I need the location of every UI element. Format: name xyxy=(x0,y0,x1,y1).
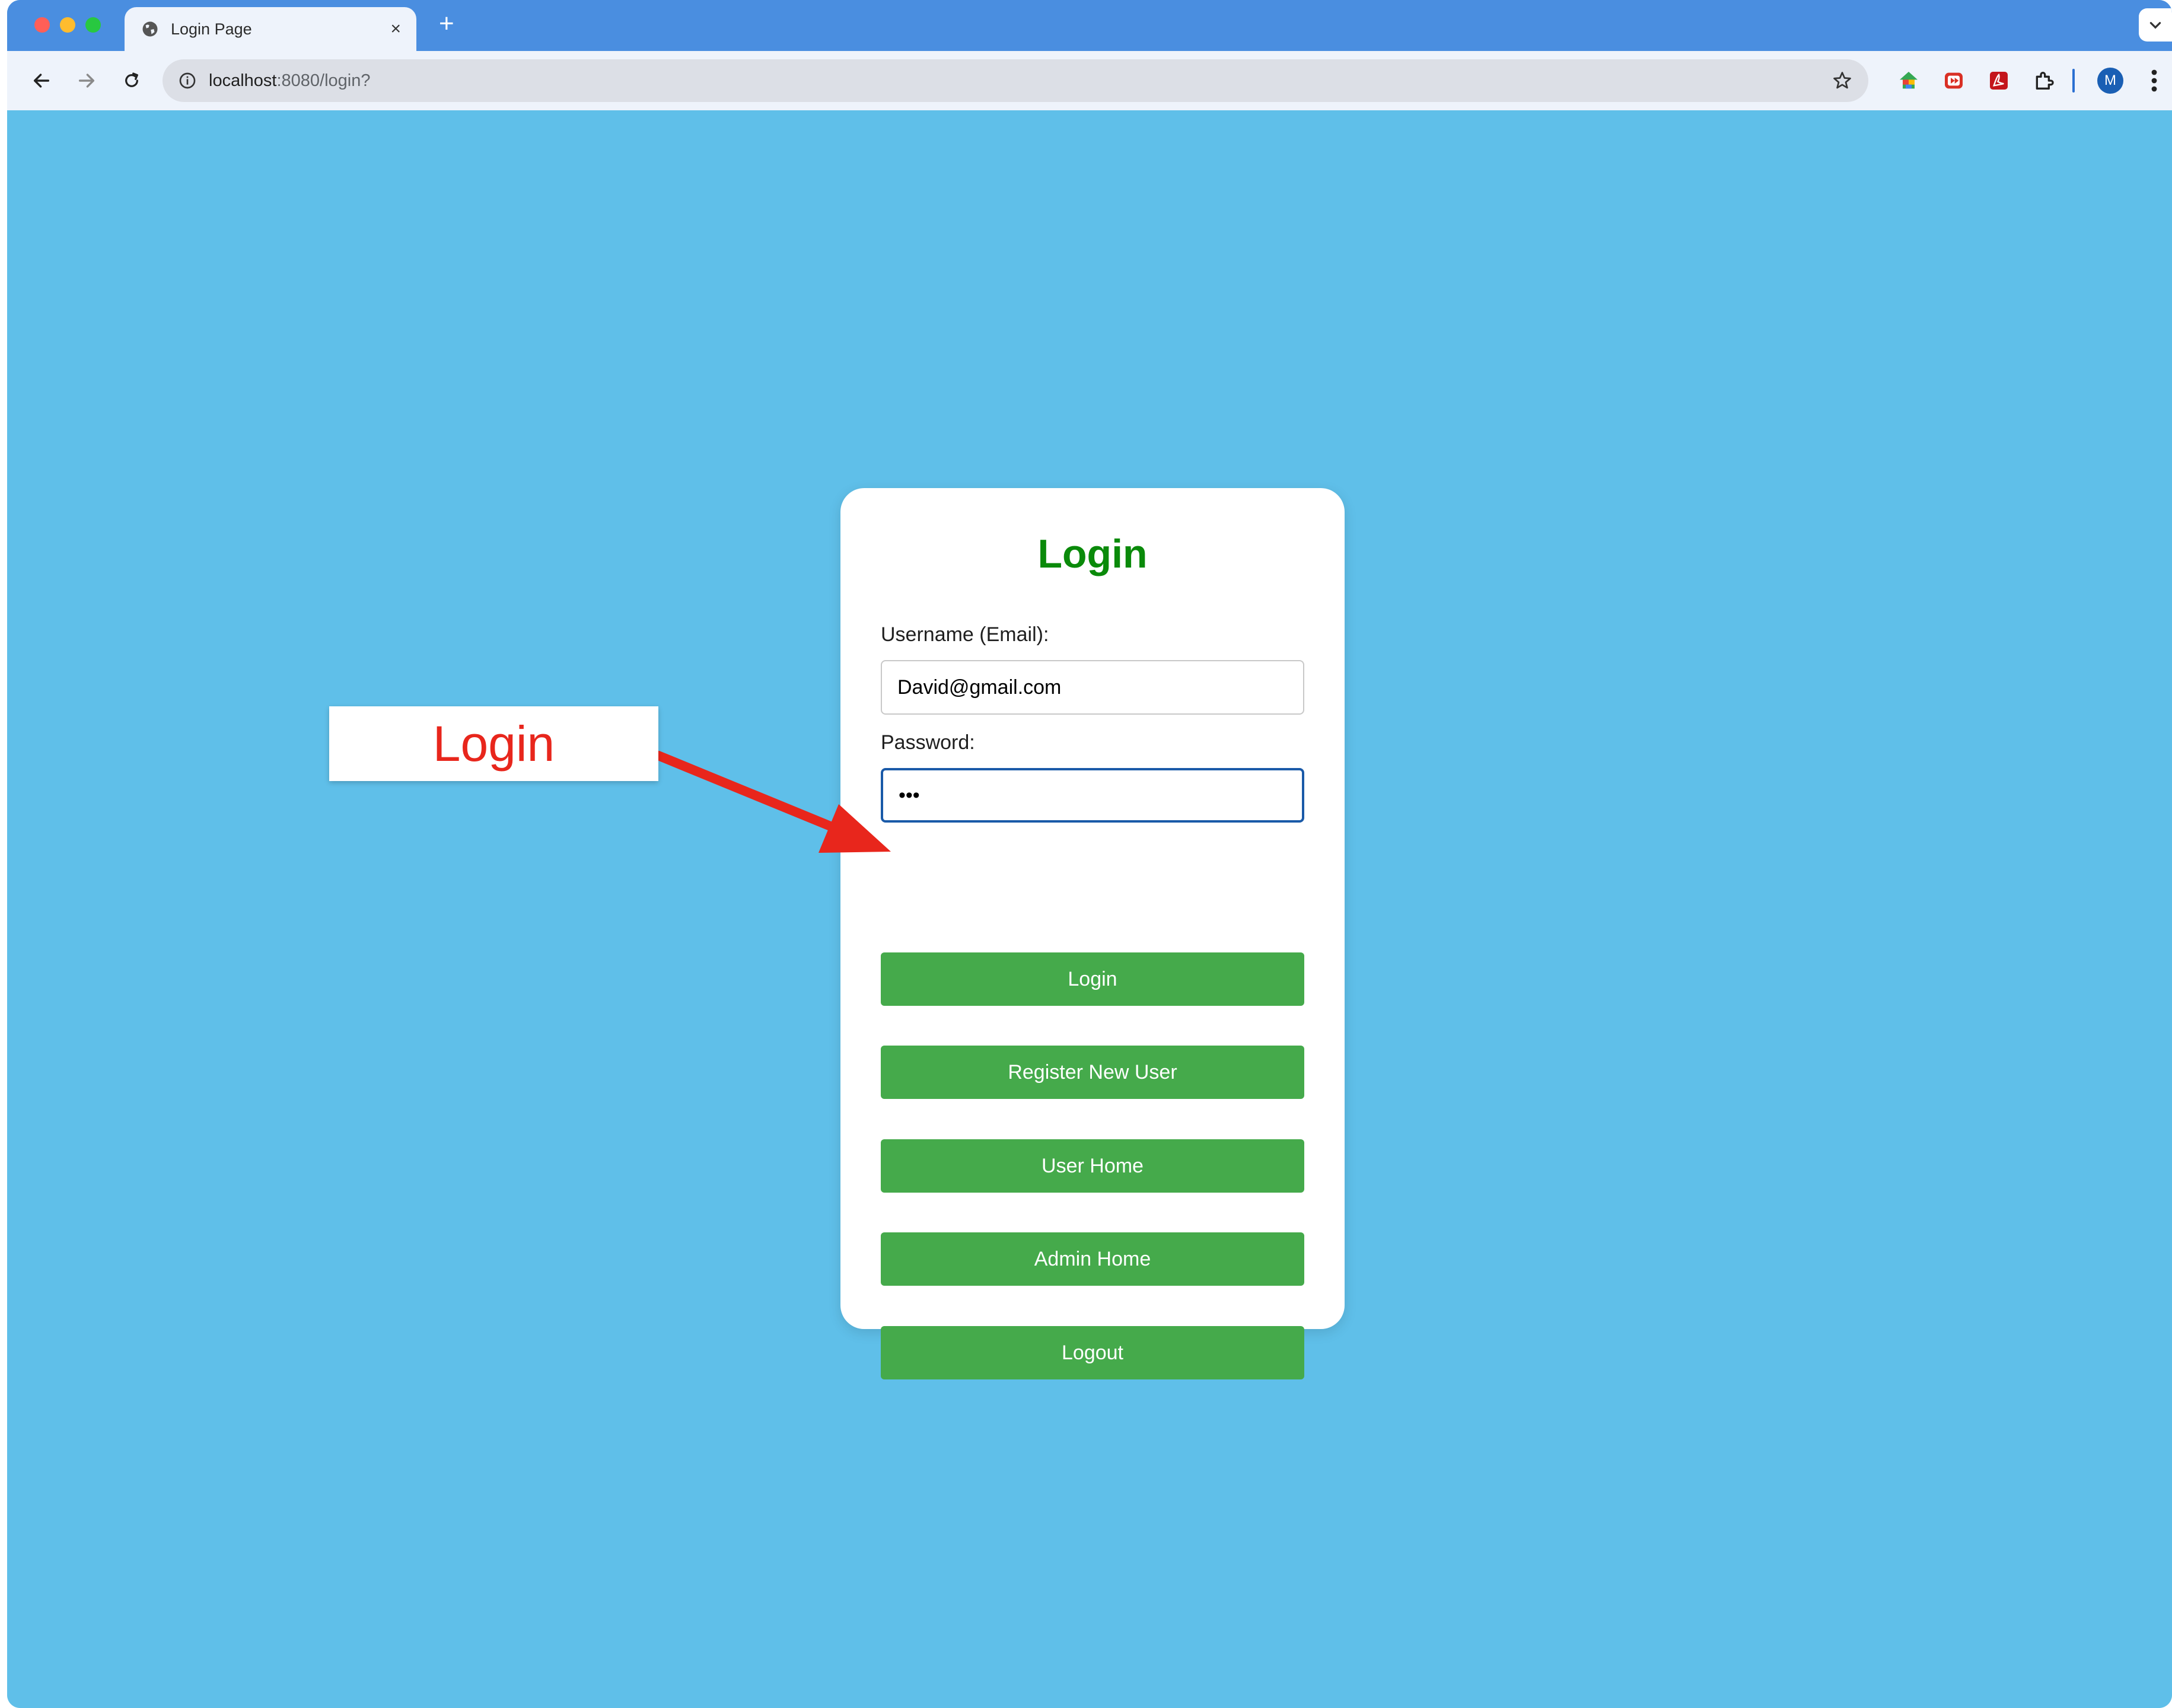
bookmark-star-icon[interactable] xyxy=(1832,70,1853,91)
tab-login-page[interactable]: Login Page × xyxy=(125,7,416,51)
more-menu-icon[interactable] xyxy=(2148,68,2160,94)
minimize-window-button[interactable] xyxy=(60,17,75,33)
annotation-arrow xyxy=(654,751,891,853)
new-tab-button[interactable]: + xyxy=(439,11,454,37)
chevron-down-icon xyxy=(2149,22,2161,29)
arrow-left-icon xyxy=(33,74,50,88)
maximize-window-button[interactable] xyxy=(85,17,101,33)
toolbar-separator xyxy=(2072,69,2075,93)
annotation-callout: Login xyxy=(329,706,658,781)
back-button[interactable] xyxy=(30,69,53,93)
url-text: localhost:8080/login? xyxy=(209,71,371,90)
close-tab-icon[interactable]: × xyxy=(390,20,401,38)
video-extension-icon[interactable] xyxy=(1942,69,1966,93)
browser-toolbar: localhost:8080/login? M xyxy=(7,51,2172,110)
browser-window: Login Page × + localhost:8080/login? M L… xyxy=(7,0,2172,1708)
address-bar[interactable]: localhost:8080/login? xyxy=(163,59,1868,102)
reload-icon xyxy=(125,72,138,87)
globe-icon xyxy=(142,21,158,37)
close-window-button[interactable] xyxy=(34,17,50,33)
arrow-right-icon xyxy=(78,74,95,88)
page-content: Login Username (Email): Password: Login … xyxy=(7,110,2172,1708)
colorful-extension-icon[interactable] xyxy=(1897,69,1921,93)
tab-search-button[interactable] xyxy=(2139,8,2172,42)
forward-button[interactable] xyxy=(75,69,98,93)
puzzle-extensions-icon[interactable] xyxy=(2032,69,2056,93)
info-icon[interactable] xyxy=(178,71,197,90)
reload-button[interactable] xyxy=(120,69,144,93)
tab-strip: Login Page × + xyxy=(7,0,2172,51)
tab-title: Login Page xyxy=(171,20,252,38)
pdf-extension-icon[interactable] xyxy=(1987,69,2011,93)
profile-avatar[interactable]: M xyxy=(2097,68,2123,94)
